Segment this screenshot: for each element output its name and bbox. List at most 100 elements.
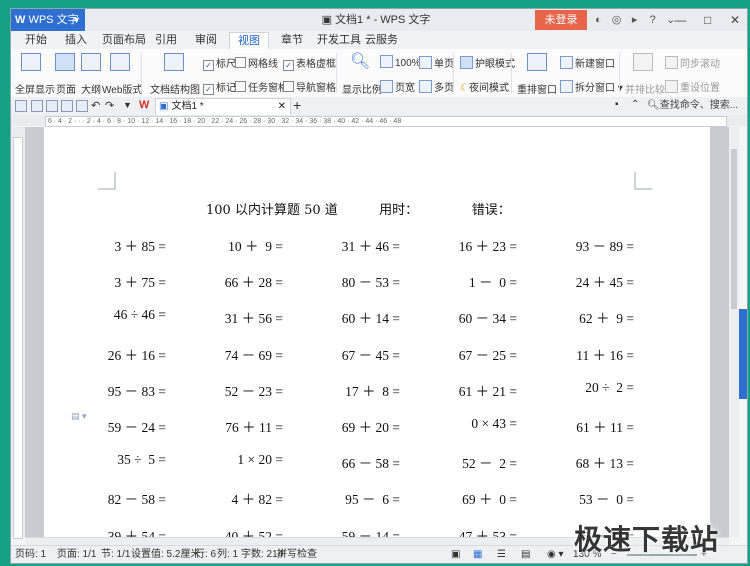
feedback-icon[interactable]: ◎ bbox=[609, 9, 624, 31]
paragraph-marker-icon[interactable]: ▤ ▾ bbox=[71, 411, 87, 422]
margin-corner-top-right bbox=[634, 172, 652, 190]
web-view-status-icon[interactable]: ▤ bbox=[521, 546, 530, 563]
vertical-ruler[interactable] bbox=[11, 127, 25, 539]
math-problem: 60 ＋ 14 = bbox=[341, 311, 400, 327]
page-view-status-icon[interactable]: ▦ bbox=[473, 546, 482, 563]
checkbox-checked-icon: ✓ bbox=[283, 60, 294, 71]
undo-icon[interactable]: ↶ bbox=[91, 99, 100, 112]
nav-pane-checkbox[interactable]: 导航窗格 bbox=[283, 79, 336, 94]
ribbon-divider bbox=[619, 53, 620, 93]
tab-developer[interactable]: 开发工具 bbox=[317, 31, 361, 49]
tab-page-layout[interactable]: 页面布局 bbox=[102, 31, 146, 49]
chevron-down-icon[interactable]: ▼ bbox=[123, 100, 132, 110]
split-window-button[interactable]: 拆分窗口 ▾ bbox=[560, 79, 623, 94]
reset-position-button[interactable]: 重设位置 bbox=[665, 79, 720, 94]
collapse-icon[interactable]: ⌃ bbox=[631, 99, 639, 110]
status-pages: 页面: 1/1 bbox=[57, 549, 97, 560]
minimize-icon[interactable]: — bbox=[668, 9, 692, 31]
sync-scroll-button[interactable]: 同步滚动 bbox=[665, 55, 720, 70]
math-problem: 60 － 34 = bbox=[458, 311, 517, 327]
close-tab-icon[interactable]: ✕ bbox=[278, 99, 286, 115]
zoom-button[interactable]: 显示比例 bbox=[342, 81, 382, 96]
math-problem: 67 － 45 = bbox=[341, 347, 400, 363]
rearrange-button[interactable]: 重排窗口 ▾ bbox=[517, 81, 565, 96]
vertical-scrollbar[interactable] bbox=[729, 127, 739, 537]
full-screen-button[interactable]: 全屏显示 bbox=[15, 81, 55, 96]
page-width-icon bbox=[380, 80, 393, 93]
export-pdf-icon[interactable] bbox=[46, 100, 58, 112]
close-icon[interactable]: ✕ bbox=[723, 9, 747, 31]
task-pane-checkbox[interactable]: 任务窗格 bbox=[235, 79, 288, 94]
chat-icon[interactable]: ▪ bbox=[615, 99, 619, 110]
vertical-ruler-bar bbox=[13, 137, 23, 539]
tab-home[interactable]: 开始 bbox=[25, 31, 47, 49]
side-by-side-icon bbox=[633, 53, 653, 71]
spell-check[interactable]: 拼写检查 bbox=[277, 546, 317, 563]
table-borders-checkbox[interactable]: ✓ 表格虚框 bbox=[283, 55, 336, 71]
status-section: 节: 1/1 bbox=[101, 549, 131, 560]
tab-cloud[interactable]: 云服务 bbox=[365, 31, 398, 49]
outline-button[interactable]: 大纲 bbox=[81, 81, 101, 96]
share-icon[interactable]: ▸ bbox=[627, 9, 642, 31]
maximize-icon[interactable]: □ bbox=[696, 9, 720, 31]
print-preview-icon[interactable] bbox=[76, 100, 88, 112]
single-page-button[interactable]: 单页 bbox=[419, 55, 454, 70]
eye-mode-button[interactable]: 护眼模式 bbox=[460, 55, 515, 70]
document-tab[interactable]: ▣ 文档1 * ✕ bbox=[155, 98, 291, 116]
single-page-icon bbox=[419, 56, 432, 69]
math-problem: 80 － 53 = bbox=[341, 275, 400, 291]
eye-status-icon[interactable]: ◉ ▾ bbox=[547, 546, 564, 563]
checkbox-checked-icon: ✓ bbox=[203, 84, 214, 95]
web-view-button[interactable]: Web版式 bbox=[102, 81, 142, 96]
moon-icon: ☾ bbox=[460, 83, 469, 94]
zoom-icon: 🔍︎ bbox=[350, 53, 371, 70]
math-problem: 16 ＋ 23 = bbox=[458, 239, 517, 254]
math-problem: 59 － 14 = bbox=[341, 528, 400, 537]
side-by-side-button[interactable]: 并排比较 bbox=[625, 81, 665, 96]
math-problem: 0 × 43 = bbox=[471, 416, 517, 431]
save-icon[interactable] bbox=[31, 100, 43, 112]
math-problem: 4 ＋ 82 = bbox=[231, 492, 284, 508]
math-problem: 95 － 83 = bbox=[107, 383, 166, 399]
math-problem: 39 ＋ 54 = bbox=[107, 528, 166, 537]
document-page[interactable]: 100 以内计算题 50 道 用时： 错误： 3 ＋ 85 = 10 ＋ 9 = 3… bbox=[44, 127, 710, 537]
math-problem: 1 － 0 = bbox=[468, 275, 517, 291]
page-width-button[interactable]: 页宽 bbox=[380, 79, 415, 94]
ribbon-divider bbox=[453, 53, 454, 93]
math-problem: 95 － 6 = bbox=[345, 492, 400, 508]
command-search[interactable]: 🔍︎查找命令、搜索... bbox=[647, 98, 743, 113]
horizontal-ruler[interactable]: 6 · 4 · 2 · · · 2 · 4 · 6 · 8 · 10 · 12 … bbox=[45, 116, 727, 127]
new-tab-icon[interactable]: + bbox=[293, 97, 301, 113]
app-menu-button[interactable]: W WPS 文字 ▼ bbox=[11, 9, 85, 31]
tab-chapter[interactable]: 章节 bbox=[281, 31, 303, 49]
side-panel-toggle[interactable] bbox=[739, 309, 747, 399]
tab-insert[interactable]: 插入 bbox=[65, 31, 87, 49]
redo-icon[interactable]: ↷ bbox=[105, 99, 114, 112]
zoom-100-button[interactable]: 100% bbox=[380, 55, 421, 69]
gridlines-checkbox[interactable]: 网格线 bbox=[235, 55, 278, 70]
ruler-checkbox[interactable]: ✓ 标尺 bbox=[203, 55, 236, 71]
night-mode-button[interactable]: ☾夜间模式 bbox=[460, 79, 509, 94]
page-view-button[interactable]: 页面 bbox=[56, 81, 76, 96]
open-icon[interactable] bbox=[15, 100, 27, 112]
page-view-icon bbox=[55, 53, 75, 71]
tab-references[interactable]: 引用 bbox=[155, 31, 177, 49]
math-problem: 31 ＋ 46 = bbox=[341, 239, 400, 254]
skin-icon[interactable]: ◐ bbox=[591, 9, 606, 31]
tab-review[interactable]: 审阅 bbox=[195, 31, 217, 49]
math-problem: 61 ＋ 11 = bbox=[576, 420, 634, 435]
login-button[interactable]: 未登录 bbox=[535, 10, 587, 30]
print-icon[interactable] bbox=[61, 100, 73, 112]
tab-view[interactable]: 视图 bbox=[229, 32, 269, 50]
checkbox-checked-icon: ✓ bbox=[203, 60, 214, 71]
doc-structure-button[interactable]: 文档结构图 ▾ bbox=[150, 81, 208, 96]
multi-page-button[interactable]: 多页 bbox=[419, 79, 454, 94]
help-icon[interactable]: ? bbox=[645, 9, 660, 31]
full-screen-status-icon[interactable]: ▣ bbox=[451, 546, 460, 563]
outline-status-icon[interactable]: ☰ bbox=[497, 546, 506, 563]
new-window-button[interactable]: 新建窗口 bbox=[560, 55, 615, 70]
checkbox-empty-icon bbox=[235, 57, 246, 68]
scroll-thumb[interactable] bbox=[731, 149, 737, 309]
math-problem: 62 ＋ 9 = bbox=[579, 311, 634, 327]
mark-checkbox[interactable]: ✓ 标记 bbox=[203, 79, 236, 95]
